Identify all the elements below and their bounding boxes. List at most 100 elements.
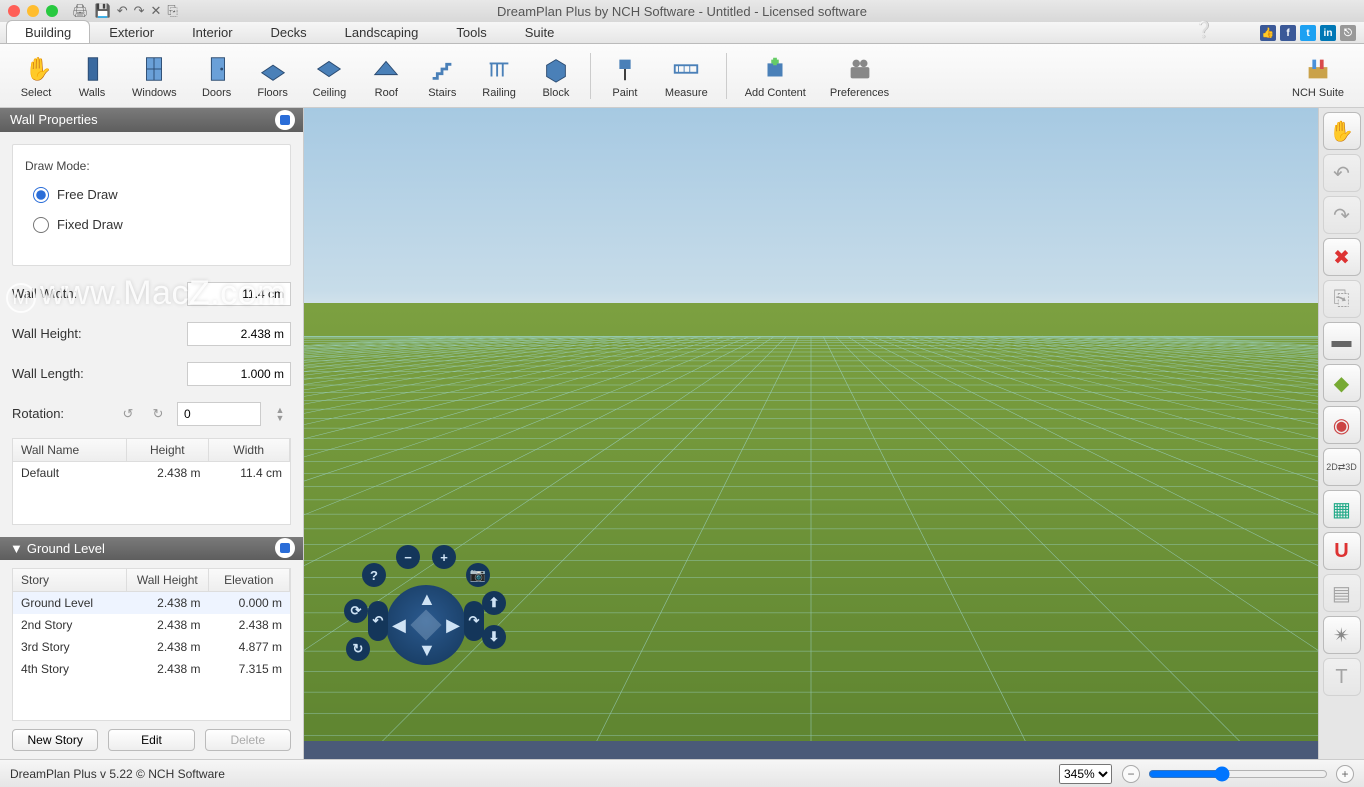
orbit-button[interactable]: ⟳ bbox=[344, 599, 368, 623]
viewport-3d[interactable]: ▲ ▼ ◀ ▶ − + ? 📷 ⟳ ⬆ ⬇ ↻ ↶ ↷ bbox=[304, 108, 1318, 759]
rotate-ccw-button[interactable]: ↺ bbox=[117, 403, 139, 425]
facebook-icon[interactable]: f bbox=[1280, 25, 1296, 41]
save-icon[interactable]: 💾 bbox=[95, 3, 111, 19]
nch-suite-button[interactable]: NCH Suite bbox=[1280, 48, 1356, 104]
ceiling-button[interactable]: Ceiling bbox=[301, 48, 359, 104]
stairs-button[interactable]: Stairs bbox=[414, 48, 470, 104]
draw-mode-label: Draw Mode: bbox=[25, 159, 278, 173]
rotation-label: Rotation: bbox=[12, 406, 109, 421]
elev-up-button[interactable]: ⬆ bbox=[482, 591, 506, 615]
pan-up-icon[interactable]: ▲ bbox=[418, 589, 436, 610]
rotation-stepper[interactable]: ▲▼ bbox=[269, 403, 291, 425]
linkedin-icon[interactable]: in bbox=[1320, 25, 1336, 41]
panel-collapse-button[interactable] bbox=[275, 110, 295, 130]
wall-length-input[interactable] bbox=[187, 362, 291, 386]
share-icon[interactable]: ⎋ bbox=[1340, 25, 1356, 41]
preferences-button[interactable]: Preferences bbox=[818, 48, 901, 104]
compass-icon[interactable]: ✴ bbox=[1323, 616, 1361, 654]
hand-icon[interactable]: ✋ bbox=[1323, 112, 1361, 150]
zoom-select[interactable]: 345% bbox=[1059, 764, 1112, 784]
tab-interior[interactable]: Interior bbox=[173, 20, 251, 43]
select-button[interactable]: ✋Select bbox=[8, 48, 64, 104]
orbit-right-button[interactable]: ↷ bbox=[464, 601, 484, 641]
add-content-button[interactable]: Add Content bbox=[733, 48, 818, 104]
pan-down-icon[interactable]: ▼ bbox=[418, 640, 436, 661]
grid-icon[interactable]: ▦ bbox=[1323, 490, 1361, 528]
edit-story-button[interactable]: Edit bbox=[108, 729, 194, 751]
prefs-icon bbox=[844, 53, 876, 85]
panel-collapse-button[interactable] bbox=[275, 538, 295, 558]
zoom-window[interactable] bbox=[46, 5, 58, 17]
door-icon bbox=[201, 53, 233, 85]
tab-building[interactable]: Building bbox=[6, 20, 90, 43]
table-row[interactable]: Ground Level2.438 m0.000 m bbox=[13, 592, 290, 614]
camera-button[interactable]: 📷 bbox=[466, 563, 490, 587]
railing-button[interactable]: Railing bbox=[470, 48, 528, 104]
2d3d-icon[interactable]: 2D⇄3D bbox=[1323, 448, 1361, 486]
status-bar: DreamPlan Plus v 5.22 © NCH Software 345… bbox=[0, 759, 1364, 787]
text-icon: T bbox=[1323, 658, 1361, 696]
print-icon[interactable]: 🖨 bbox=[72, 3, 89, 19]
undo-icon: ↶ bbox=[1323, 154, 1361, 192]
wall-width-input[interactable] bbox=[187, 282, 291, 306]
pan-right-icon[interactable]: ▶ bbox=[446, 615, 460, 636]
minimize-window[interactable] bbox=[27, 5, 39, 17]
twitter-icon[interactable]: t bbox=[1300, 25, 1316, 41]
rotation-input[interactable] bbox=[177, 402, 261, 426]
terrain-icon[interactable]: ◆ bbox=[1323, 364, 1361, 402]
free-draw-radio[interactable]: Free Draw bbox=[33, 187, 278, 203]
like-icon[interactable]: 👍 bbox=[1260, 25, 1276, 41]
paint-button[interactable]: Paint bbox=[597, 48, 653, 104]
measure-icon bbox=[670, 53, 702, 85]
nav-pan-core[interactable]: ▲ ▼ ◀ ▶ bbox=[386, 585, 466, 665]
tab-suite[interactable]: Suite bbox=[506, 20, 574, 43]
roof-button[interactable]: Roof bbox=[358, 48, 414, 104]
zoom-in-button[interactable]: + bbox=[1336, 765, 1354, 783]
close-window[interactable] bbox=[8, 5, 20, 17]
wall-properties-header[interactable]: Wall Properties bbox=[0, 108, 303, 132]
wall-height-label: Wall Height: bbox=[12, 326, 82, 341]
table-row[interactable]: 4th Story2.438 m7.315 m bbox=[13, 658, 290, 680]
story-table: Story Wall Height Elevation Ground Level… bbox=[12, 568, 291, 721]
rotate-cw-button[interactable]: ↻ bbox=[147, 403, 169, 425]
tab-landscaping[interactable]: Landscaping bbox=[326, 20, 438, 43]
zoom-slider[interactable] bbox=[1148, 766, 1328, 782]
delete-story-button[interactable]: Delete bbox=[205, 729, 291, 751]
shapes-icon[interactable]: ◉ bbox=[1323, 406, 1361, 444]
zoom-out-button[interactable]: − bbox=[396, 545, 420, 569]
snap-icon[interactable]: U bbox=[1323, 532, 1361, 570]
rotate-view-button[interactable]: ↻ bbox=[346, 637, 370, 661]
ground-level-header[interactable]: ▼Ground Level bbox=[0, 537, 303, 561]
zoom-out-button[interactable]: − bbox=[1122, 765, 1140, 783]
new-story-button[interactable]: New Story bbox=[12, 729, 98, 751]
wall3d-icon[interactable]: ▬ bbox=[1323, 322, 1361, 360]
wall-height-input[interactable] bbox=[187, 322, 291, 346]
fixed-draw-radio[interactable]: Fixed Draw bbox=[33, 217, 278, 233]
elev-down-button[interactable]: ⬇ bbox=[482, 625, 506, 649]
table-row[interactable]: Default 2.438 m 11.4 cm bbox=[13, 462, 290, 484]
measure-button[interactable]: Measure bbox=[653, 48, 720, 104]
table-row[interactable]: 2nd Story2.438 m2.438 m bbox=[13, 614, 290, 636]
sidebar: Wall Properties Draw Mode: Free Draw Fix… bbox=[0, 108, 304, 759]
status-text: DreamPlan Plus v 5.22 © NCH Software bbox=[10, 767, 225, 781]
undo-icon[interactable]: ↶ bbox=[117, 3, 128, 19]
tab-tools[interactable]: Tools bbox=[437, 20, 505, 43]
help-icon[interactable]: ❔ bbox=[1194, 20, 1214, 40]
help-nav-button[interactable]: ? bbox=[362, 563, 386, 587]
cut-icon[interactable]: ✕ bbox=[151, 3, 162, 19]
delete-icon[interactable]: ✖ bbox=[1323, 238, 1361, 276]
pan-left-icon[interactable]: ◀ bbox=[392, 615, 406, 636]
copy-icon[interactable]: ⎘ bbox=[167, 3, 177, 19]
orbit-left-button[interactable]: ↶ bbox=[368, 601, 388, 641]
redo-icon[interactable]: ↷ bbox=[134, 3, 145, 19]
doors-button[interactable]: Doors bbox=[189, 48, 245, 104]
tab-decks[interactable]: Decks bbox=[252, 20, 326, 43]
windows-button[interactable]: Windows bbox=[120, 48, 189, 104]
walls-button[interactable]: Walls bbox=[64, 48, 120, 104]
floors-button[interactable]: Floors bbox=[245, 48, 301, 104]
zoom-in-button[interactable]: + bbox=[432, 545, 456, 569]
block-button[interactable]: Block bbox=[528, 48, 584, 104]
addcontent-icon bbox=[759, 53, 791, 85]
tab-exterior[interactable]: Exterior bbox=[90, 20, 173, 43]
table-row[interactable]: 3rd Story2.438 m4.877 m bbox=[13, 636, 290, 658]
